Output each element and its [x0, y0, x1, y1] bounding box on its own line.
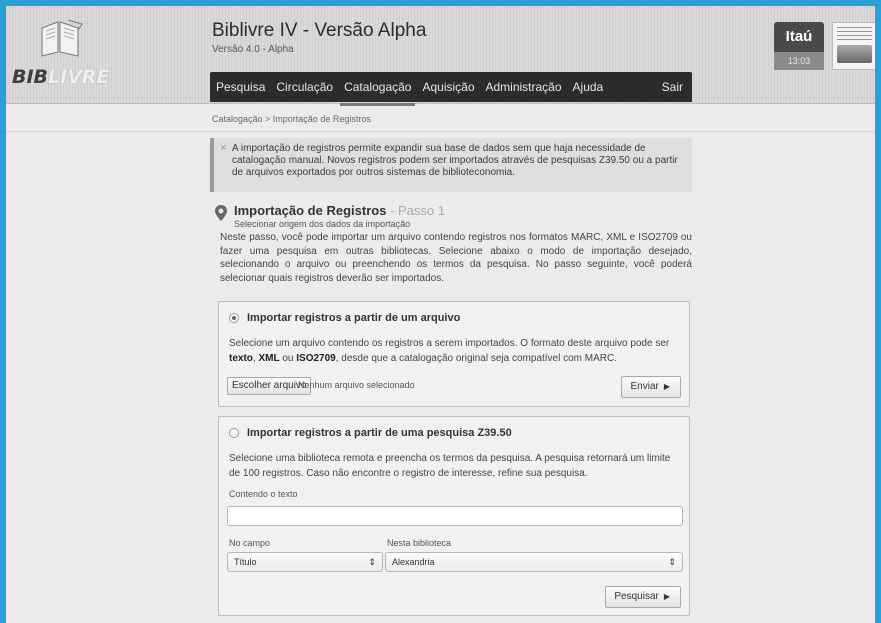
file-import-option[interactable]: Importar registros a partir de um arquiv… [229, 312, 460, 324]
search-text-input[interactable] [227, 506, 683, 526]
logout-link[interactable]: Sair [662, 80, 683, 94]
banner-text-lines [837, 27, 872, 43]
section-intro: Neste passo, você pode importar um arqui… [220, 232, 692, 284]
nav-administracao[interactable]: Administração [486, 80, 562, 94]
app-window: BIBLIVRE Biblivre IV - Versão Alpha Vers… [0, 0, 881, 623]
section-title: Importação de Registros - Passo 1 [234, 203, 445, 218]
section-subtitle: Selecionar origem dos dados da importaçã… [234, 219, 411, 229]
library-select[interactable]: Alexandria ⇕ [385, 552, 683, 572]
breadcrumb-text: Catalogação > Importação de Registros [212, 114, 371, 124]
nav-aquisicao[interactable]: Aquisição [422, 80, 474, 94]
file-import-label: Importar registros a partir de um arquiv… [247, 312, 461, 324]
location-pin-icon [215, 205, 227, 221]
clock-time: 13:03 [774, 52, 824, 70]
close-icon[interactable]: × [220, 142, 226, 154]
campaign-banner-image[interactable] [832, 22, 875, 70]
breadcrumb: Catalogação > Importação de Registros [6, 110, 875, 132]
nav-ajuda[interactable]: Ajuda [573, 80, 604, 94]
z3950-import-panel: Importar registros a partir de uma pesqu… [218, 416, 690, 616]
library-label: Nesta biblioteca [387, 538, 452, 548]
nav-circulacao[interactable]: Circulação [276, 80, 333, 94]
step-indicator: - Passo 1 [390, 203, 445, 218]
app-version: Versão 4.0 - Alpha [212, 44, 294, 55]
z3950-import-label: Importar registros a partir de uma pesqu… [247, 427, 512, 439]
app-title: Biblivre IV - Versão Alpha [212, 20, 427, 41]
nav-pesquisa[interactable]: Pesquisa [216, 80, 265, 94]
caret-right-icon: ▶ [663, 382, 670, 391]
logo-wordmark: BIBLIVRE [12, 66, 110, 88]
send-button[interactable]: Enviar ▶ [621, 376, 681, 398]
search-text-label: Contendo o texto [229, 489, 298, 499]
z3950-import-radio[interactable] [229, 428, 239, 438]
field-label: No campo [229, 538, 271, 548]
z3950-import-description: Selecione uma biblioteca remota e preenc… [229, 453, 671, 479]
field-select[interactable]: Título ⇕ [227, 552, 383, 572]
search-button[interactable]: Pesquisar ▶ [605, 586, 681, 608]
bank-name: Itaú [785, 28, 813, 45]
select-caret-icon: ⇕ [668, 557, 676, 567]
book-logo-icon [41, 19, 83, 57]
main-nav: Pesquisa Circulação Catalogação Aquisiçã… [210, 72, 692, 106]
select-caret-icon: ⇕ [368, 557, 376, 567]
nav-catalogacao[interactable]: Catalogação [340, 80, 416, 106]
header: BIBLIVRE Biblivre IV - Versão Alpha Vers… [6, 6, 875, 106]
z3950-import-option[interactable]: Importar registros a partir de uma pesqu… [229, 427, 512, 439]
file-import-radio[interactable] [229, 313, 239, 323]
info-text: A importação de registros permite expand… [232, 143, 678, 178]
banner-picture [837, 45, 872, 63]
file-import-panel: Importar registros a partir de um arquiv… [218, 301, 690, 407]
info-box: × A importação de registros permite expa… [210, 138, 692, 192]
file-import-description: Selecione um arquivo contendo os registr… [229, 338, 670, 364]
no-file-status: Nenhum arquivo selecionado [298, 380, 415, 390]
bank-logo: Itaú 13:03 [774, 22, 824, 70]
caret-right-icon: ▶ [663, 592, 670, 601]
